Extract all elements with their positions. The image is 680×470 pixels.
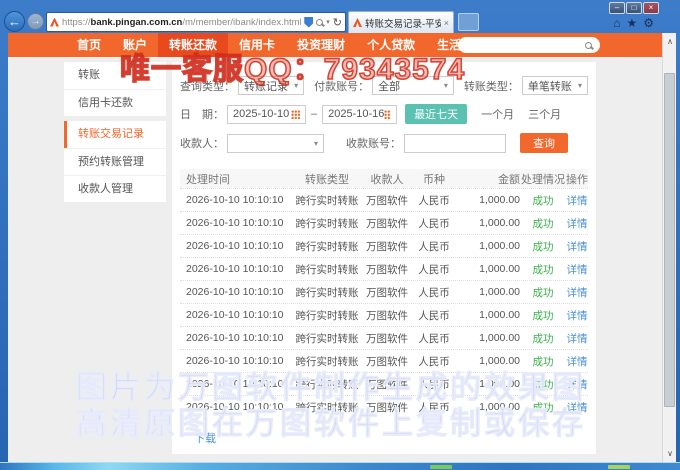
table-row: 2026-10-10 10:10:10 跨行实时转账 万图软件 人民币 1,00… [180,303,588,326]
table-row: 2026-10-10 10:10:10 跨行实时转账 万图软件 人民币 1,00… [180,372,588,395]
nav-item-personal-loan[interactable]: 个人贷款 [356,33,426,57]
detail-link[interactable]: 详情 [566,262,588,277]
detail-link[interactable]: 详情 [566,400,588,415]
three-month-button[interactable]: 三个月 [528,106,561,122]
pay-account-select[interactable]: 全部▾ [372,76,454,95]
payee-account-label: 收款账号： [346,135,401,151]
site-favicon-icon [50,18,59,27]
settings-gear-icon[interactable]: ⚙ [643,16,654,30]
calendar-icon[interactable] [384,110,391,119]
taskbar-glimpse [608,465,630,469]
tab-favicon-icon [353,18,362,27]
date-to-input[interactable]: 2025-10-16 [322,105,397,124]
sidebar-item-transfer[interactable]: 转账 [64,62,166,89]
sidebar: 转账 信用卡还款 转账交易记录 预约转账管理 收款人管理 [64,62,166,207]
browser-tab[interactable]: 转账交易记录-平安银行个... × [348,11,454,33]
detail-link[interactable]: 详情 [566,354,588,369]
query-type-select[interactable]: 转账记录▾ [238,76,304,95]
table-row: 2026-10-10 10:10:10 跨行实时转账 万图软件 人民币 1,00… [180,211,588,234]
table-header: 处理时间 转账类型 收款人 币种 金额 处理情况 操作 [180,169,588,188]
table-row: 2026-10-10 10:10:10 跨行实时转账 万图软件 人民币 1,00… [180,326,588,349]
forward-button[interactable]: → [27,13,44,30]
nav-item-credit-card[interactable]: 信用卡 [228,33,286,57]
chevron-down-icon: ▾ [294,81,298,90]
site-search-input[interactable] [458,37,600,53]
records-table: 处理时间 转账类型 收款人 币种 金额 处理情况 操作 2026-10-10 1… [180,169,588,446]
scroll-down-icon[interactable]: ∨ [663,447,677,460]
one-month-button[interactable]: 一个月 [481,106,514,122]
sidebar-item-scheduled-transfer[interactable]: 预约转账管理 [64,148,166,175]
transfer-type-label: 转账类型： [464,78,519,94]
detail-link[interactable]: 详情 [566,193,588,208]
sidebar-item-payee-management[interactable]: 收款人管理 [64,175,166,202]
tab-title: 转账交易记录-平安银行个... [365,16,441,30]
main-panel: 查询类型： 转账记录▾ 付款账号： 全部▾ 转账类型： 单笔转账▾ 日 期： [172,62,596,454]
date-range-separator: – [311,108,317,120]
close-button[interactable]: × [643,2,659,14]
maximize-button[interactable]: □ [626,2,642,14]
refresh-icon[interactable]: ↻ [333,16,342,29]
taskbar-glimpse [430,465,452,469]
browser-window: – □ × ← → https://bank.pingan.com.cn/m/m… [0,0,680,470]
detail-link[interactable]: 详情 [566,285,588,300]
table-row: 2026-10-10 10:10:10 跨行实时转账 万图软件 人民币 1,00… [180,395,588,418]
table-row: 2026-10-10 10:10:10 跨行实时转账 万图软件 人民币 1,00… [180,188,588,211]
scrollbar-thumb[interactable] [664,73,675,407]
sidebar-item-transfer-records[interactable]: 转账交易记录 [64,121,166,148]
payee-account-input[interactable] [404,134,506,153]
minimize-button[interactable]: – [609,2,625,14]
table-row: 2026-10-10 10:10:10 跨行实时转账 万图软件 人民币 1,00… [180,280,588,303]
nav-item-accounts[interactable]: 账户 [112,33,158,57]
site-navbar: 首页 账户 转账还款 信用卡 投资理财 个人贷款 生活服务 更多业务 [8,33,662,57]
vertical-scrollbar[interactable]: ∧ ∨ [662,33,676,462]
favorites-star-icon[interactable]: ★ [626,16,637,30]
calendar-icon[interactable] [291,110,300,119]
nav-item-home[interactable]: 首页 [66,33,112,57]
chevron-down-icon: ▾ [314,139,318,148]
window-controls: – □ × [609,2,659,14]
nav-item-transfer-repay[interactable]: 转账还款 [158,33,228,57]
back-button[interactable]: ← [4,11,25,32]
payee-select[interactable]: ▾ [227,134,324,153]
transfer-type-select[interactable]: 单笔转账▾ [522,76,588,95]
detail-link[interactable]: 详情 [566,308,588,323]
site-search-icon[interactable] [585,42,592,49]
date-label: 日 期： [180,106,224,122]
url-text: https://bank.pingan.com.cn/m/member/iban… [62,17,301,28]
new-tab-button[interactable] [458,13,479,31]
tab-close-icon[interactable]: × [444,18,449,28]
date-from-input[interactable]: 2025-10-10 [227,105,306,124]
scroll-up-icon[interactable]: ∧ [663,35,677,48]
search-button[interactable]: 查询 [520,133,568,153]
detail-link[interactable]: 详情 [566,216,588,231]
table-row: 2026-10-10 10:10:10 跨行实时转账 万图软件 人民币 1,00… [180,257,588,280]
chevron-down-icon: ▾ [444,81,448,90]
window-bottom-frame [0,462,680,470]
download-link[interactable]: 下载 [180,430,588,446]
query-type-label: 查询类型： [180,78,235,94]
chevron-down-icon: ▾ [578,81,582,90]
last-7-days-button[interactable]: 最近七天 [405,104,467,124]
detail-link[interactable]: 详情 [566,377,588,392]
home-icon[interactable]: ⌂ [613,16,620,30]
nav-item-investment[interactable]: 投资理财 [286,33,356,57]
pay-account-label: 付款账号： [314,78,369,94]
search-icon[interactable] [316,19,323,26]
page-viewport: 首页 账户 转账还款 信用卡 投资理财 个人贷款 生活服务 更多业务 转账 信用… [8,33,662,462]
table-row: 2026-10-10 10:10:10 跨行实时转账 万图软件 人民币 1,00… [180,234,588,257]
detail-link[interactable]: 详情 [566,331,588,346]
detail-link[interactable]: 详情 [566,239,588,254]
table-row: 2026-10-10 10:10:10 跨行实时转账 万图软件 人民币 1,00… [180,349,588,372]
sidebar-item-credit-card-repay[interactable]: 信用卡还款 [64,89,166,116]
payee-label: 收款人： [180,135,224,151]
address-bar[interactable]: https://bank.pingan.com.cn/m/member/iban… [46,12,346,32]
records-table-body: 2026-10-10 10:10:10 跨行实时转账 万图软件 人民币 1,00… [180,188,588,418]
search-dropdown-icon[interactable]: ▾ [326,18,330,26]
security-shield-icon [304,17,313,28]
browser-toolbar-icons: ⌂ ★ ⚙ [613,16,654,30]
